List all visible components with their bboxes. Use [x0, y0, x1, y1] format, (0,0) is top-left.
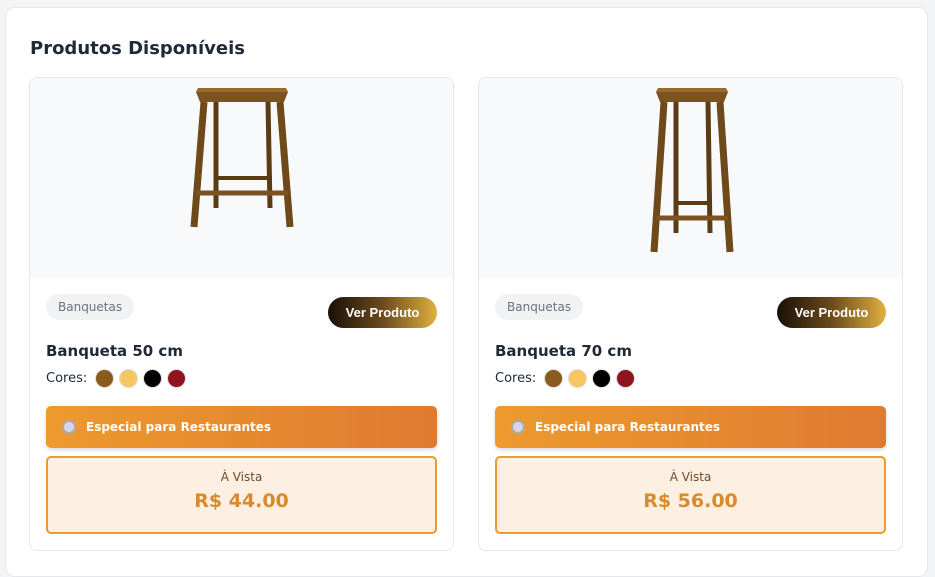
product-image[interactable]	[30, 78, 453, 278]
color-swatch[interactable]	[616, 369, 636, 388]
stool-image	[190, 88, 294, 228]
product-card: Banquetas Ver Produto Banqueta 50 cm Cor…	[29, 77, 454, 551]
special-banner: Especial para Restaurantes	[46, 406, 437, 448]
color-swatch[interactable]	[544, 369, 564, 388]
plate-icon	[62, 420, 76, 434]
price-value: R$ 44.00	[194, 490, 289, 512]
product-image[interactable]	[479, 78, 902, 278]
color-swatch[interactable]	[568, 369, 588, 388]
price-label: À Vista	[220, 470, 263, 484]
special-label: Especial para Restaurantes	[86, 420, 272, 434]
special-label: Especial para Restaurantes	[535, 420, 721, 434]
plate-icon	[511, 420, 525, 434]
color-swatch[interactable]	[143, 369, 163, 388]
view-product-button[interactable]: Ver Produto	[328, 297, 437, 328]
colors-row: Cores:	[46, 369, 187, 388]
view-product-button[interactable]: Ver Produto	[777, 297, 886, 328]
price-value: R$ 56.00	[643, 490, 738, 512]
product-name: Banqueta 50 cm	[46, 342, 183, 360]
stool-image	[650, 88, 734, 253]
product-card: Banquetas Ver Produto Banqueta 70 cm Cor…	[478, 77, 903, 551]
page-title: Produtos Disponíveis	[30, 38, 245, 59]
special-banner: Especial para Restaurantes	[495, 406, 886, 448]
color-swatch[interactable]	[592, 369, 612, 388]
category-badge: Banquetas	[46, 294, 135, 320]
colors-label: Cores:	[46, 371, 88, 386]
price-label: À Vista	[669, 470, 712, 484]
category-badge: Banquetas	[495, 294, 584, 320]
price-box: À Vista R$ 44.00	[46, 456, 437, 534]
colors-row: Cores:	[495, 369, 636, 388]
colors-label: Cores:	[495, 371, 537, 386]
product-name: Banqueta 70 cm	[495, 342, 632, 360]
color-swatch[interactable]	[119, 369, 139, 388]
color-swatch[interactable]	[95, 369, 115, 388]
color-swatch[interactable]	[167, 369, 187, 388]
price-box: À Vista R$ 56.00	[495, 456, 886, 534]
